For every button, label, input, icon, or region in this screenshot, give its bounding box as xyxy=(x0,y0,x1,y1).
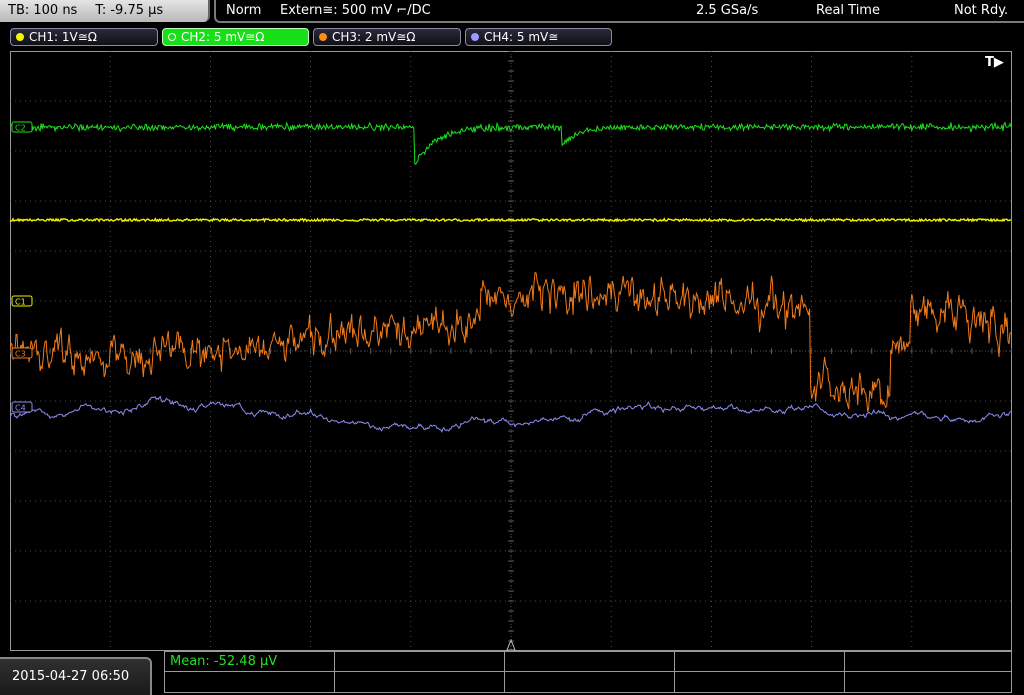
ch2-dot-icon xyxy=(168,33,176,41)
ch1-label: CH1: 1V≅Ω xyxy=(29,30,97,44)
measurement-table[interactable]: Mean: -52.48 µV xyxy=(164,651,1012,693)
measurement-slot[interactable] xyxy=(335,672,505,692)
ch4-dot-icon xyxy=(471,33,479,41)
measurement-slot[interactable] xyxy=(845,652,1011,672)
measurement-slot[interactable] xyxy=(675,652,845,672)
trigger-mode: Norm xyxy=(226,3,262,18)
datetime: 2015-04-27 06:50 xyxy=(12,669,130,684)
status-bar: TB: 100 ns T: -9.75 µs Norm Extern≅: 500 … xyxy=(0,0,1024,24)
measurement-slot[interactable] xyxy=(845,672,1011,692)
ch1-dot-icon xyxy=(16,33,24,41)
sample-rate: 2.5 GSa/s xyxy=(696,3,759,18)
channel-tab-ch4[interactable]: CH4: 5 mV≅ xyxy=(465,28,612,46)
ch3-marker-label: C3 xyxy=(15,350,26,359)
ch2-trace xyxy=(10,121,1012,165)
ch1-offset-marker[interactable]: C1 xyxy=(11,295,33,307)
ch4-offset-marker[interactable]: C4 xyxy=(11,401,33,413)
timebase-box[interactable]: TB: 100 ns T: -9.75 µs xyxy=(0,0,210,22)
graticule xyxy=(10,51,1012,651)
datetime-box: 2015-04-27 06:50 xyxy=(0,657,152,695)
ch3-label: CH3: 2 mV≅Ω xyxy=(332,30,416,44)
trigger-position: T: -9.75 µs xyxy=(95,3,164,18)
trigger-marker[interactable]: T▶ xyxy=(985,55,1004,70)
timebase-value: TB: 100 ns xyxy=(8,3,78,18)
waveform-canvas: C2 C1 C3 C4 T▶ xyxy=(10,51,1012,651)
ch4-trace xyxy=(10,395,1012,433)
measurement-slot[interactable] xyxy=(335,652,505,672)
channel-tab-ch2[interactable]: CH2: 5 mV≅Ω xyxy=(162,28,309,46)
mean-measurement[interactable]: Mean: -52.48 µV xyxy=(165,652,335,672)
measurement-slot[interactable] xyxy=(505,672,675,692)
ch2-marker-label: C2 xyxy=(15,124,26,133)
measurement-slot[interactable] xyxy=(675,672,845,692)
ch2-label: CH2: 5 mV≅Ω xyxy=(181,30,265,44)
ch2-offset-marker[interactable]: C2 xyxy=(11,121,33,133)
acquisition-mode: Real Time xyxy=(816,3,880,18)
trigger-status: Not Rdy. xyxy=(954,3,1009,18)
measurement-slot[interactable] xyxy=(505,652,675,672)
channel-tab-ch3[interactable]: CH3: 2 mV≅Ω xyxy=(313,28,461,46)
ch3-offset-marker[interactable]: C3 xyxy=(11,347,33,359)
trigger-info-bar[interactable]: Norm Extern≅: 500 mV ⌐/DC 2.5 GSa/s Real… xyxy=(214,0,1024,23)
ch1-marker-label: C1 xyxy=(15,298,26,307)
ch3-dot-icon xyxy=(319,33,327,41)
ch4-marker-label: C4 xyxy=(15,404,26,413)
trigger-source: Extern≅: 500 mV ⌐/DC xyxy=(280,3,431,18)
measurement-slot[interactable] xyxy=(165,672,335,692)
ch4-label: CH4: 5 mV≅ xyxy=(484,30,559,44)
channel-tab-ch1[interactable]: CH1: 1V≅Ω xyxy=(10,28,158,46)
